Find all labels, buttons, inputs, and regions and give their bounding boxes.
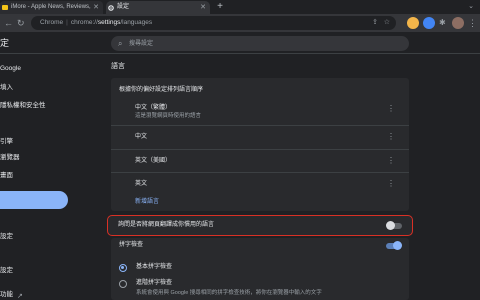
sidebar-item-advanced[interactable]: 設定 — [0, 232, 13, 242]
list-item: 英文 ⋮ — [111, 174, 409, 196]
languages-section-title: 語言 — [111, 63, 125, 70]
more-vert-icon[interactable]: ⋮ — [387, 156, 395, 166]
sidebar-item-default-browser[interactable]: 瀏覽器 — [0, 153, 20, 163]
menu-kebab-icon[interactable]: ⋮ — [468, 17, 477, 29]
add-language-link[interactable]: 新增語言 — [135, 198, 159, 207]
language-name: 英文（美國） — [135, 158, 172, 164]
page-title: 定 — [0, 38, 10, 48]
puzzle-icon[interactable]: ✱ — [439, 17, 446, 29]
offer-translate-label: 詢問是否將網頁翻譯成你慣用的語言 — [118, 222, 215, 228]
tab-settings[interactable]: 設定 ✕ — [106, 1, 210, 14]
tab-imore[interactable]: iMore - Apple News, Reviews, ✕ — [0, 1, 103, 14]
search-input[interactable] — [129, 36, 399, 51]
omnibox-separator: | — [66, 19, 68, 26]
offer-translate-row[interactable]: 詢問是否將網頁翻譯成你慣用的語言 — [107, 215, 413, 236]
avatar[interactable] — [452, 17, 464, 29]
address-bar[interactable]: Chrome | chrome://settings/languages ⇪ ☆ — [31, 16, 396, 30]
divider — [111, 172, 409, 173]
divider — [111, 125, 409, 126]
gear-icon — [108, 4, 114, 11]
spellcheck-label: 拼字檢查 — [119, 242, 144, 248]
list-item: 英文（美國） ⋮ — [111, 151, 409, 173]
language-description: 這是瀏覽網頁時使用的語言 — [135, 113, 202, 119]
sidebar-item-search-engine[interactable]: 引擎 — [0, 137, 13, 147]
imore-favicon-icon — [2, 5, 8, 10]
search-box[interactable]: ⌕ — [111, 36, 409, 51]
back-icon[interactable]: ← — [4, 17, 13, 29]
divider — [111, 149, 409, 150]
sidebar-item-privacy[interactable]: 隱私權和安全性 — [0, 101, 46, 111]
new-tab-button[interactable]: + — [214, 1, 226, 13]
bookmark-star-icon[interactable]: ☆ — [384, 16, 390, 30]
tab-settings-title: 設定 — [117, 4, 130, 10]
extension-icon-2[interactable] — [423, 17, 435, 29]
offer-translate-toggle[interactable] — [386, 221, 402, 230]
tab-search-chevron-icon[interactable]: ⌄ — [468, 2, 474, 10]
more-vert-icon[interactable]: ⋮ — [387, 104, 395, 114]
basic-spellcheck-radio[interactable] — [119, 264, 127, 272]
extension-icon[interactable] — [407, 17, 419, 29]
settings-header: 定 ⌕ — [0, 32, 480, 54]
sidebar: Google 填入 隱私權和安全性 引擎 瀏覽器 畫面 設定 設定 功能 — [0, 55, 72, 300]
enhanced-spellcheck-radio[interactable] — [119, 280, 127, 288]
toggle-knob — [393, 241, 402, 250]
omnibox-url-host: settings — [97, 19, 121, 26]
search-icon: ⌕ — [118, 39, 123, 48]
more-vert-icon[interactable]: ⋮ — [387, 179, 395, 189]
language-order-heading: 根據你的偏好設定排列語言順序 — [119, 87, 204, 93]
more-vert-icon[interactable]: ⋮ — [387, 132, 395, 142]
tab-settings-close-icon[interactable]: ✕ — [200, 1, 206, 14]
external-link-icon[interactable]: ↗ — [17, 292, 23, 300]
sidebar-item-languages-selected[interactable] — [0, 191, 68, 209]
sidebar-item-google[interactable]: Google — [0, 64, 21, 74]
basic-spellcheck-label: 基本拼字檢查 — [136, 264, 173, 270]
spellcheck-toggle[interactable] — [386, 241, 402, 250]
reload-icon[interactable]: ↻ — [17, 17, 25, 29]
enhanced-spellcheck-description: 系統會使用與 Google 搜尋相同的拼字檢查技術，將你在瀏覽器中輸入的文字 — [136, 290, 322, 296]
enhanced-spellcheck-label: 進階拼字檢查 — [136, 280, 173, 286]
omnibox-url-path: /languages — [120, 19, 153, 26]
sidebar-item-startup[interactable]: 畫面 — [0, 171, 13, 181]
list-item: 中文（繁體） 這是瀏覽網頁時使用的語言 ⋮ — [111, 101, 409, 123]
sidebar-item-autofill[interactable]: 填入 — [0, 83, 13, 93]
share-icon[interactable]: ⇪ — [372, 16, 378, 30]
toggle-knob — [386, 221, 395, 230]
toolbar: ← ↻ Chrome | chrome://settings/languages ⇪… — [0, 14, 480, 32]
sidebar-item-extensions[interactable]: 功能 — [0, 290, 13, 300]
language-name: 中文 — [135, 134, 148, 140]
omnibox-scheme-label: Chrome — [40, 19, 64, 26]
list-item: 中文 ⋮ — [111, 127, 409, 149]
sidebar-item-reset[interactable]: 設定 — [0, 266, 13, 276]
tab-strip: iMore - Apple News, Reviews, ✕ 設定 ✕ + ⌄ — [0, 0, 480, 14]
language-name: 英文 — [135, 181, 148, 187]
tab-imore-close-icon[interactable]: ✕ — [93, 1, 99, 14]
omnibox-url-prefix: chrome:// — [70, 19, 98, 26]
tab-imore-title: iMore - Apple News, Reviews, — [11, 4, 91, 10]
